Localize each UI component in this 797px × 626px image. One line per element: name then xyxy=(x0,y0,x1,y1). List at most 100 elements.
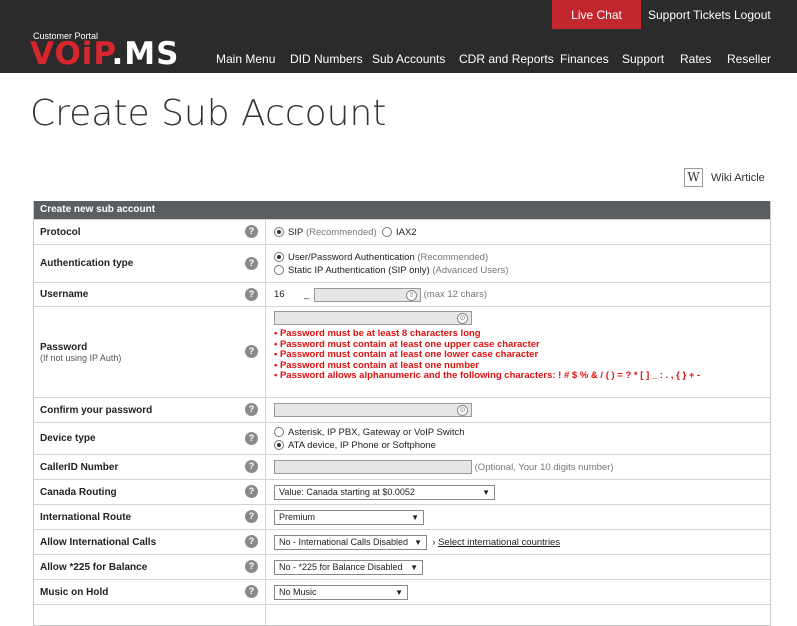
dropdown-arrow-icon: ▼ xyxy=(411,512,419,522)
auth-label: Authentication type xyxy=(40,258,134,269)
protocol-row: Protocol? SIP (Recommended) IAX2 xyxy=(34,219,770,244)
nav-reseller[interactable]: Reseller xyxy=(727,52,771,66)
password-sublabel: (If not using IP Auth) xyxy=(40,352,122,363)
username-input[interactable]: ⇧ xyxy=(314,287,421,302)
intl-calls-select[interactable]: No - International Calls Disabled ▼ xyxy=(274,534,427,550)
protocol-sip-radio[interactable] xyxy=(274,227,284,237)
confirm-password-row: Confirm your password? ⊙ xyxy=(34,397,770,422)
help-icon[interactable]: ? xyxy=(245,287,258,301)
username-label: Username xyxy=(40,289,89,300)
protocol-iax2-label: IAX2 xyxy=(395,226,417,238)
auth-userpass-label: User/Password Authentication xyxy=(288,251,415,263)
intl-route-value: Premium xyxy=(279,512,316,522)
nav-support[interactable]: Support xyxy=(622,52,664,66)
canada-routing-row: Canada Routing? Value: Canada starting a… xyxy=(34,479,770,504)
help-icon[interactable]: ? xyxy=(245,535,258,548)
device-type-label: Device type xyxy=(40,433,96,444)
confirm-password-label: Confirm your password xyxy=(40,404,153,416)
help-icon[interactable]: ? xyxy=(245,225,258,238)
protocol-sip-note: (Recommended) xyxy=(305,226,377,238)
auth-staticip-radio[interactable] xyxy=(274,265,284,275)
help-icon[interactable]: ? xyxy=(245,585,258,598)
callerid-hint: (Optional, Your 10 digits number) xyxy=(474,461,614,473)
balance-row: Allow *225 for Balance? No - *225 for Ba… xyxy=(34,554,770,579)
callerid-input[interactable] xyxy=(274,460,472,474)
password-input[interactable]: ⊙ xyxy=(274,311,472,325)
intl-route-row: International Route? Premium ▼ xyxy=(34,504,770,529)
next-row xyxy=(34,604,770,625)
canada-routing-value: Value: Canada starting at $0.0052 xyxy=(279,487,415,497)
form-heading: Create new sub account xyxy=(34,201,770,219)
moh-label: Music on Hold xyxy=(40,586,109,598)
auth-userpass-radio[interactable] xyxy=(274,252,284,262)
voipms-logo[interactable]: VOiP.MS xyxy=(30,38,179,70)
balance-value: No - *225 for Balance Disabled xyxy=(279,562,403,572)
protocol-label: Protocol xyxy=(40,226,81,238)
logout-link[interactable]: Logout xyxy=(734,8,771,22)
key-icon: ⊙ xyxy=(457,313,468,324)
dropdown-arrow-icon: ▼ xyxy=(410,562,418,572)
wiki-article-link[interactable]: W Wiki Article xyxy=(684,168,765,187)
help-icon[interactable]: ? xyxy=(245,460,258,473)
key-icon: ⇧ xyxy=(406,289,417,301)
callerid-label: CallerID Number xyxy=(40,461,119,473)
canada-routing-select[interactable]: Value: Canada starting at $0.0052 ▼ xyxy=(274,484,495,500)
support-tickets-link[interactable]: Support Tickets xyxy=(648,8,731,22)
callerid-row: CallerID Number? (Optional, Your 10 digi… xyxy=(34,454,770,479)
intl-calls-row: Allow International Calls? No - Internat… xyxy=(34,529,770,554)
dropdown-arrow-icon: ▼ xyxy=(482,487,490,497)
confirm-password-input[interactable]: ⊙ xyxy=(274,403,472,417)
balance-select[interactable]: No - *225 for Balance Disabled ▼ xyxy=(274,559,423,575)
page-title: Create Sub Account xyxy=(30,93,387,134)
top-header: Live Chat Support Tickets Logout Custome… xyxy=(0,0,797,73)
key-icon: ⊙ xyxy=(457,405,468,416)
auth-userpass-note: (Recommended) xyxy=(417,251,489,263)
help-icon[interactable]: ? xyxy=(245,345,258,358)
moh-value: No Music xyxy=(279,587,317,597)
help-icon[interactable]: ? xyxy=(245,403,258,416)
device-pbx-label: Asterisk, IP PBX, Gateway or VoIP Switch xyxy=(288,426,465,438)
username-row: Username? 16 _ ⇧ (max 12 chars) xyxy=(34,282,770,306)
select-countries-link[interactable]: Select international countries xyxy=(438,537,560,548)
username-hint: (max 12 chars) xyxy=(423,289,487,300)
moh-row: Music on Hold? No Music ▼ xyxy=(34,579,770,604)
nav-sub-accounts[interactable]: Sub Accounts xyxy=(372,52,445,66)
nav-rates[interactable]: Rates xyxy=(680,52,711,66)
help-icon[interactable]: ? xyxy=(245,256,258,270)
nav-finances[interactable]: Finances xyxy=(560,52,609,66)
wikipedia-icon: W xyxy=(684,168,703,187)
wiki-article-label: Wiki Article xyxy=(711,171,765,184)
protocol-iax2-radio[interactable] xyxy=(381,227,392,237)
help-icon[interactable]: ? xyxy=(245,485,258,498)
moh-select[interactable]: No Music ▼ xyxy=(274,584,408,600)
live-chat-button[interactable]: Live Chat xyxy=(552,0,641,29)
device-pbx-radio[interactable] xyxy=(274,427,284,437)
device-ata-radio[interactable] xyxy=(274,440,284,450)
intl-calls-value: No - International Calls Disabled xyxy=(279,537,409,547)
nav-main-menu[interactable]: Main Menu xyxy=(216,52,275,66)
intl-route-label: International Route xyxy=(40,511,132,523)
intl-calls-label: Allow International Calls xyxy=(40,536,157,548)
nav-did-numbers[interactable]: DID Numbers xyxy=(290,52,363,66)
nav-cdr-reports[interactable]: CDR and Reports xyxy=(459,52,554,66)
device-ata-label: ATA device, IP Phone or Softphone xyxy=(288,439,436,451)
password-row: Password (If not using IP Auth)? ⊙ • Pass… xyxy=(34,306,770,397)
help-icon[interactable]: ? xyxy=(245,510,258,523)
balance-label: Allow *225 for Balance xyxy=(40,561,148,573)
help-icon[interactable]: ? xyxy=(245,431,258,445)
password-error: • Password must contain at least one low… xyxy=(274,349,539,360)
password-error: • Password must be at least 8 characters… xyxy=(274,328,481,339)
dropdown-arrow-icon: ▼ xyxy=(414,537,422,547)
canada-routing-label: Canada Routing xyxy=(40,486,117,498)
protocol-sip-label: SIP xyxy=(288,226,304,238)
password-error: • Password allows alphanumeric and the f… xyxy=(274,370,701,381)
auth-row: Authentication type? User/Password Authe… xyxy=(34,244,770,282)
username-prefix: 16 xyxy=(274,289,285,300)
create-subaccount-form: Create new sub account Protocol? SIP (Re… xyxy=(33,201,771,626)
auth-staticip-label: Static IP Authentication (SIP only) xyxy=(288,264,430,276)
device-type-row: Device type? Asterisk, IP PBX, Gateway o… xyxy=(34,422,770,454)
help-icon[interactable]: ? xyxy=(245,560,258,573)
intl-route-select[interactable]: Premium ▼ xyxy=(274,509,424,525)
password-label: Password xyxy=(40,341,88,353)
auth-staticip-note: (Advanced Users) xyxy=(432,264,509,276)
